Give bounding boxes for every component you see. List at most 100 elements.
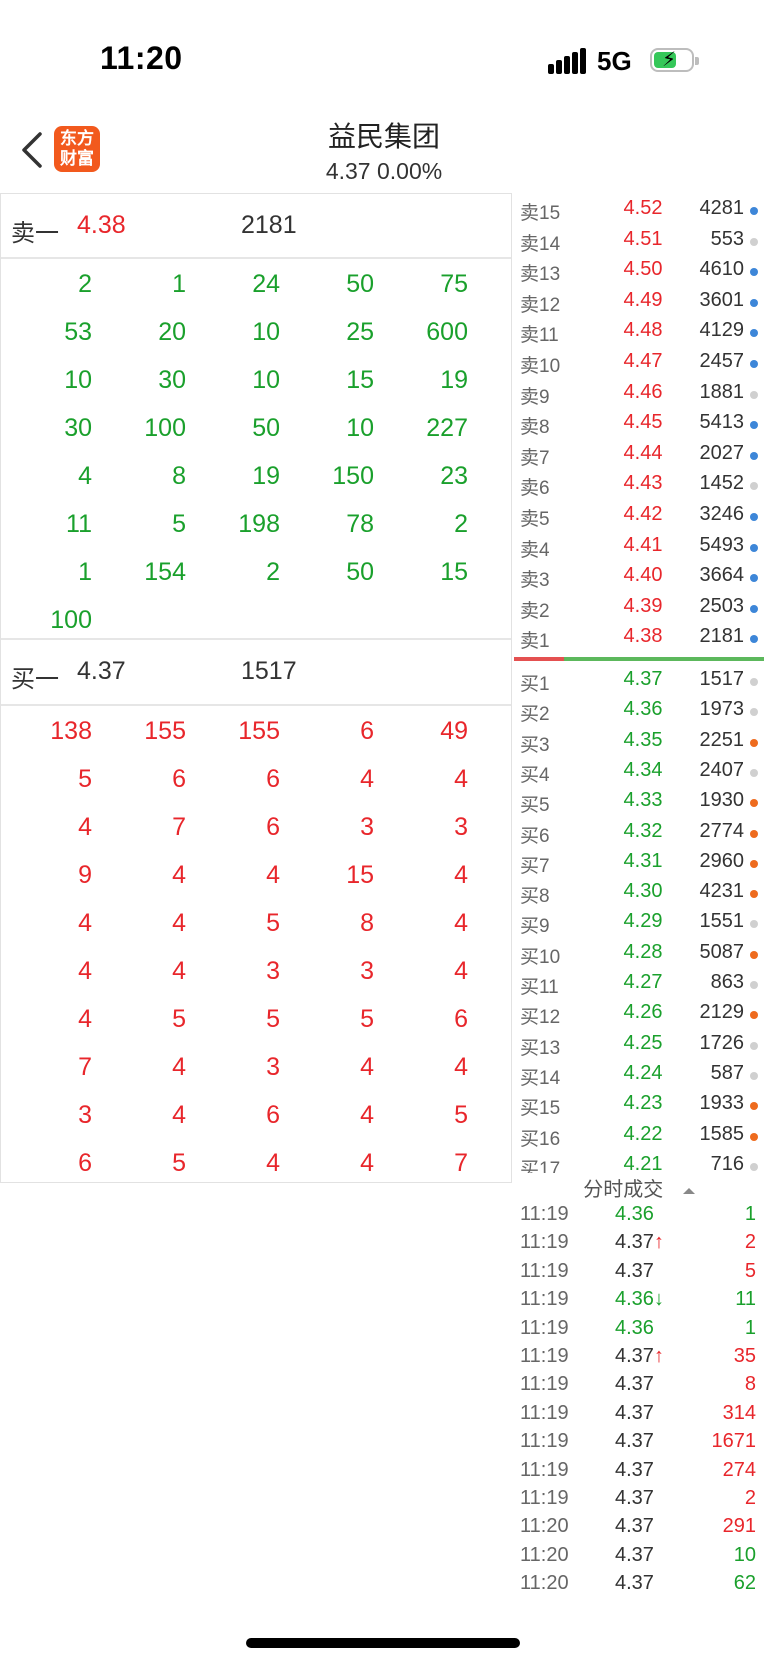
- trade-volume: 291: [722, 1515, 756, 1538]
- sell-queue-grid: 2 1 24 50 75 53 20 10 25 600 10 30 10 15 19 30 100 50 10 22…: [0, 260, 512, 635]
- ladder-dot-icon: [750, 1132, 758, 1141]
- ladder-level-label: 买12: [520, 1007, 561, 1029]
- ladder-row[interactable]: 买6 4.32 2774: [520, 818, 764, 848]
- ladder-row[interactable]: 卖1 4.38 2181: [520, 623, 764, 653]
- ladder-level-label: 买14: [520, 1067, 561, 1089]
- ladder-row[interactable]: 卖15 4.52 4281: [520, 195, 764, 225]
- ladder-price: 4.50: [623, 258, 663, 281]
- ladder-row[interactable]: 买12 4.26 2129: [520, 999, 764, 1029]
- ladder-row[interactable]: 卖5 4.42 3246: [520, 501, 764, 531]
- ladder-row[interactable]: 买16 4.22 1585: [520, 1121, 764, 1151]
- queue-order: 100: [50, 606, 92, 634]
- divider: [1, 638, 511, 640]
- ladder-row[interactable]: 卖14 4.51 553: [520, 226, 764, 256]
- ladder-price: 4.25: [623, 1031, 663, 1054]
- ladder-dot-icon: [750, 950, 758, 959]
- trade-row: 11:19 4.36↓ 11: [520, 1288, 756, 1316]
- ladder-row[interactable]: 买15 4.23 1933: [520, 1090, 764, 1120]
- sell-one-header: 卖一 4.38 2181: [1, 195, 511, 259]
- trade-price: 4.37: [615, 1544, 654, 1567]
- queue-order: 4: [454, 909, 468, 937]
- trade-price-value: 4.37: [615, 1259, 654, 1282]
- ladder-row[interactable]: 卖13 4.50 4610: [520, 256, 764, 286]
- ladder-dot-icon: [750, 329, 758, 338]
- ladder-price: 4.22: [623, 1122, 663, 1145]
- trade-volume: 5: [744, 1259, 756, 1282]
- trade-time: 11:19: [520, 1458, 569, 1481]
- ladder-row[interactable]: 买7 4.31 2960: [520, 848, 764, 878]
- ladder-dot-icon: [750, 237, 758, 246]
- queue-order: 6: [266, 813, 280, 841]
- ladder-row[interactable]: 卖11 4.48 4129: [520, 317, 764, 347]
- trade-volume: 8: [744, 1373, 756, 1396]
- trade-price: 4.37: [615, 1515, 654, 1538]
- ladder-row[interactable]: 卖7 4.44 2027: [520, 440, 764, 470]
- ladder-volume: 587: [710, 1061, 744, 1084]
- ladder-row[interactable]: 买11 4.27 863: [520, 969, 764, 999]
- ladder-level-label: 卖14: [520, 233, 561, 255]
- queue-order: 5: [266, 1005, 280, 1033]
- trade-volume: 1: [744, 1316, 756, 1339]
- ladder-level-label: 卖15: [520, 203, 561, 224]
- ladder-volume: 4129: [699, 319, 745, 342]
- queue-order: 4: [454, 957, 468, 985]
- queue-order: 1: [172, 270, 186, 298]
- queue-order: 15: [440, 558, 468, 586]
- ladder-volume: 2027: [699, 441, 745, 464]
- ladder-dot-icon: [750, 1071, 758, 1080]
- ladder-row[interactable]: 买8 4.30 4231: [520, 878, 764, 908]
- queue-order: 15: [346, 861, 374, 889]
- ladder-row[interactable]: 买4 4.34 2407: [520, 757, 764, 787]
- queue-order: 7: [454, 1149, 468, 1177]
- queue-order: 1: [78, 558, 92, 586]
- ladder-row[interactable]: 卖4 4.41 5493: [520, 532, 764, 562]
- trade-price: 4.37: [615, 1373, 654, 1396]
- queue-order: 3: [454, 813, 468, 841]
- ladder-level-label: 买8: [520, 886, 550, 908]
- ladder-dot-icon: [750, 1011, 758, 1020]
- ladder-row[interactable]: 买17 4.21 716: [520, 1151, 764, 1173]
- ladder-row[interactable]: 卖6 4.43 1452: [520, 470, 764, 500]
- trade-price: 4.37: [615, 1260, 654, 1283]
- ladder-level-label: 卖12: [520, 294, 561, 316]
- ladder-row[interactable]: 卖3 4.40 3664: [520, 562, 764, 592]
- queue-order: 5: [360, 1005, 374, 1033]
- trade-time: 11:19: [520, 1203, 569, 1225]
- trades-list: 11:19 4.36 1 11:19 4.37↑ 2 11:19 4.37 5 11:19 4.36…: [0, 1203, 768, 1603]
- ladder-row[interactable]: 买14 4.24 587: [520, 1060, 764, 1090]
- ladder-price: 4.23: [623, 1092, 663, 1115]
- ladder-volume: 1551: [699, 910, 745, 933]
- order-book-ladder[interactable]: 卖15 4.52 4281 卖14 4.51 553 卖13 4.50 4610 卖12 4.49 3…: [512, 193, 768, 1173]
- queue-order: 8: [360, 909, 374, 937]
- buy-one-volume: 1517: [241, 657, 297, 685]
- ladder-row[interactable]: 买10 4.28 5087: [520, 939, 764, 969]
- ladder-row[interactable]: 卖10 4.47 2457: [520, 348, 764, 378]
- queue-order: 6: [454, 1005, 468, 1033]
- ladder-dot-icon: [750, 451, 758, 460]
- ladder-row[interactable]: 买9 4.29 1551: [520, 908, 764, 938]
- trade-price-value: 4.37: [615, 1345, 654, 1367]
- ladder-row[interactable]: 卖2 4.39 2503: [520, 593, 764, 623]
- ladder-row[interactable]: 买1 4.37 1517: [520, 666, 764, 696]
- queue-order: 25: [346, 318, 374, 346]
- home-indicator[interactable]: [246, 1638, 520, 1648]
- queue-order: 4: [454, 1053, 468, 1081]
- divider: [1, 704, 511, 706]
- ladder-level-label: 买15: [520, 1098, 561, 1120]
- ladder-price: 4.31: [623, 849, 663, 872]
- ladder-row[interactable]: 买3 4.35 2251: [520, 727, 764, 757]
- ladder-row[interactable]: 买13 4.25 1726: [520, 1030, 764, 1060]
- ladder-row[interactable]: 卖8 4.45 5413: [520, 409, 764, 439]
- queue-order: 198: [238, 510, 280, 538]
- ladder-price: 4.49: [623, 288, 663, 311]
- ladder-dot-icon: [750, 360, 758, 368]
- ladder-row[interactable]: 卖12 4.49 3601: [520, 287, 764, 317]
- ladder-row[interactable]: 买2 4.36 1973: [520, 696, 764, 726]
- ladder-level-label: 买6: [520, 825, 550, 847]
- trade-volume: 1671: [711, 1430, 757, 1453]
- trades-header[interactable]: 分时成交: [512, 1173, 768, 1203]
- trade-price: 4.37: [615, 1459, 654, 1482]
- ladder-row[interactable]: 卖9 4.46 1881: [520, 379, 764, 409]
- ladder-row[interactable]: 买5 4.33 1930: [520, 787, 764, 817]
- ladder-dot-icon: [750, 920, 758, 929]
